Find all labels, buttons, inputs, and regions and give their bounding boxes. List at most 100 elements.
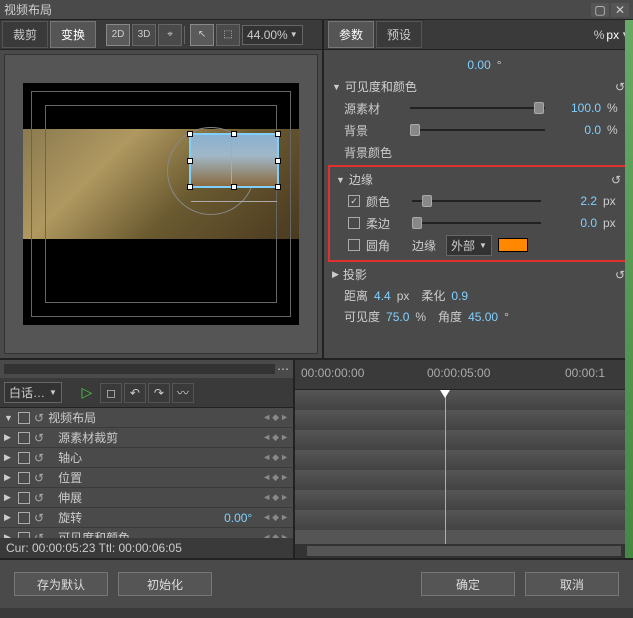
window-controls: ▢ ✕ (591, 3, 629, 17)
handle-tl[interactable] (187, 131, 193, 137)
track-checkbox[interactable] (18, 412, 30, 424)
section-header-visibility[interactable]: ▼ 可见度和颜色 ↺ (328, 76, 629, 97)
tab-transform[interactable]: 变换 (50, 21, 96, 48)
shadow-vis-value[interactable]: 75.0 (386, 310, 409, 324)
vscrollbar[interactable] (625, 20, 633, 558)
loop-button[interactable]: ◻ (100, 383, 122, 403)
track-position[interactable]: ▶↺ 位置 ◄◆► (0, 468, 293, 488)
titlebar: 视频布局 ▢ ✕ (0, 0, 633, 20)
handle-bl[interactable] (187, 184, 193, 190)
graph-button[interactable]: 〰 (172, 383, 194, 403)
section-header-edge[interactable]: ▼ 边缘 ↺ (332, 169, 625, 190)
edge-color-value[interactable]: 2.2 (547, 194, 597, 208)
zoom-field[interactable]: 44.00% ▼ (242, 25, 303, 45)
shadow-angle-value[interactable]: 45.00 (468, 310, 498, 324)
timeline-tracks[interactable] (295, 390, 633, 544)
handle-tr[interactable] (275, 131, 281, 137)
redo-button[interactable]: ↷ (148, 383, 170, 403)
slider-bg[interactable] (410, 129, 545, 131)
rotation-row: 0.00 ° (328, 54, 629, 76)
row-bg-opacity: 背景 0.0 % (328, 119, 629, 141)
preview-canvas[interactable] (4, 54, 318, 354)
cancel-button[interactable]: 取消 (525, 572, 619, 596)
reset-icon[interactable]: ↺ (615, 80, 625, 94)
chevron-down-icon[interactable]: ▼ (290, 30, 298, 39)
crosshair-v (231, 135, 232, 186)
tab-preset[interactable]: 预设 (376, 21, 422, 48)
tab-params[interactable]: 参数 (328, 21, 374, 48)
triangle-right-icon[interactable]: ▶ (4, 432, 14, 443)
row-edge-soft: 柔边 0.0 px (332, 212, 625, 234)
time-ruler[interactable]: 00:00:00:00 00:00:05:00 00:00:1 (295, 360, 633, 390)
params-panel: 参数 预设 % px ▼ 0.00 ° ▼ 可见度和颜色 ↺ (324, 20, 633, 358)
reset-icon[interactable]: ↺ (34, 431, 44, 445)
reset-button[interactable]: 初始化 (118, 572, 212, 596)
select-tool-button[interactable]: ⬚ (216, 24, 240, 46)
rotation-value[interactable]: 0.00 (467, 58, 490, 72)
edge-color-swatch[interactable] (498, 238, 528, 252)
checkbox-edge-soft[interactable] (348, 217, 360, 229)
reset-icon[interactable]: ↺ (615, 268, 625, 282)
track-root[interactable]: ▼ ↺ 视频布局 ◄◆► (0, 408, 293, 428)
play-button[interactable]: ▷ (76, 383, 98, 403)
minimize-icon[interactable]: ▢ (591, 3, 609, 17)
triangle-down-icon[interactable]: ▼ (4, 413, 14, 423)
track-source-crop[interactable]: ▶ ↺ 源素材裁剪 ◄◆► (0, 428, 293, 448)
handle-t[interactable] (231, 131, 237, 137)
slider-source[interactable] (410, 107, 545, 109)
frame-button[interactable]: ⌖ (158, 24, 182, 46)
track-visibility[interactable]: ▶↺ 可见度和颜色 ◄◆► (0, 528, 293, 538)
tab-crop[interactable]: 裁剪 (2, 21, 48, 48)
triangle-down-icon: ▼ (336, 175, 345, 185)
pip-clip[interactable] (189, 133, 279, 188)
save-default-button[interactable]: 存为默认 (14, 572, 108, 596)
slider-edge-color[interactable] (412, 200, 541, 202)
window-title: 视频布局 (4, 1, 52, 18)
arrow-tool-button[interactable]: ↖ (190, 24, 214, 46)
crosshair-h (191, 201, 277, 202)
2d-mode-button[interactable]: 2D (106, 24, 130, 46)
row-edge-round: 圆角 边缘 外部 ▼ (332, 234, 625, 256)
handle-r[interactable] (275, 158, 281, 164)
3d-mode-button[interactable]: 3D (132, 24, 156, 46)
bg-value[interactable]: 0.0 (551, 123, 601, 137)
reset-icon[interactable]: ↺ (611, 173, 621, 187)
track-mode-select[interactable]: 白话…▼ (4, 382, 62, 403)
row-bg-color: 背景颜色 (328, 141, 629, 163)
section-edge: ▼ 边缘 ↺ ✓ 颜色 2.2 px 柔边 0.0 px (332, 169, 625, 256)
select-edge-position[interactable]: 外部 ▼ (446, 235, 492, 256)
shadow-dist-value[interactable]: 4.4 (374, 289, 391, 303)
slider-edge-soft[interactable] (412, 222, 541, 224)
lower-section: ⋯ 白话…▼ ▷ ◻ ↶ ↷ 〰 ▼ ↺ 视频布局 ◄◆► ▶ ↺ (0, 360, 633, 560)
dots-icon[interactable]: ⋯ (277, 362, 289, 376)
shadow-soft-value[interactable]: 0.9 (451, 289, 468, 303)
section-header-shadow[interactable]: ▶ 投影 ↺ (328, 264, 629, 285)
kf-add[interactable]: ◆ (272, 412, 279, 423)
edge-soft-value[interactable]: 0.0 (547, 216, 597, 230)
unit-toggle[interactable]: % px ▼ (594, 28, 629, 42)
row-edge-color: ✓ 颜色 2.2 px (332, 190, 625, 212)
track-axis[interactable]: ▶↺ 轴心 ◄◆► (0, 448, 293, 468)
handle-l[interactable] (187, 158, 193, 164)
reset-icon[interactable]: ↺ (34, 411, 44, 425)
kf-prev[interactable]: ◄ (262, 412, 271, 423)
track-stretch[interactable]: ▶↺ 伸展 ◄◆► (0, 488, 293, 508)
row-source-opacity: 源素材 100.0 % (328, 97, 629, 119)
hscroll[interactable] (4, 364, 275, 374)
handle-b[interactable] (231, 184, 237, 190)
timeline-scroll[interactable] (295, 544, 633, 558)
handle-br[interactable] (275, 184, 281, 190)
kf-next[interactable]: ► (280, 412, 289, 423)
ok-button[interactable]: 确定 (421, 572, 515, 596)
source-value[interactable]: 100.0 (551, 101, 601, 115)
section-visibility-color: ▼ 可见度和颜色 ↺ 源素材 100.0 % 背景 0.0 % 背景 (328, 76, 629, 163)
track-checkbox[interactable] (18, 432, 30, 444)
undo-button[interactable]: ↶ (124, 383, 146, 403)
checkbox-edge-round[interactable] (348, 239, 360, 251)
close-icon[interactable]: ✕ (611, 3, 629, 17)
checkbox-edge-color[interactable]: ✓ (348, 195, 360, 207)
shadow-row1: 距离4.4px 柔化0.9 (328, 285, 629, 306)
track-rotate[interactable]: ▶↺ 旋转 0.00° ◄◆► (0, 508, 293, 528)
playhead[interactable] (445, 390, 446, 544)
chevron-down-icon: ▼ (479, 241, 487, 250)
